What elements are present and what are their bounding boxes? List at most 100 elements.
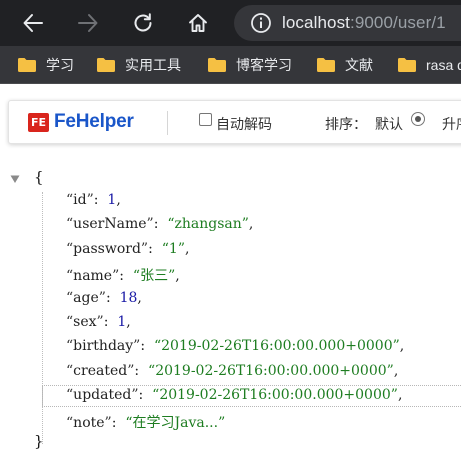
quote-mark: ” — [86, 192, 94, 208]
quote-mark: ” — [392, 338, 400, 355]
quote-mark: ” — [96, 314, 104, 330]
json-colon: : — [134, 362, 149, 379]
json-comma: , — [399, 338, 405, 355]
json-value: 2019-02-26T16:00:00.000+0000 — [159, 387, 391, 404]
json-row-password: “password”: “1”, — [0, 238, 461, 262]
sort-default-radio[interactable] — [411, 112, 425, 126]
json-key-value: “name”: “张三”, — [66, 265, 180, 285]
home-button[interactable] — [178, 0, 218, 46]
quote-mark: ” — [131, 387, 139, 404]
bookmark-folder-rasa[interactable]: rasa d — [397, 46, 461, 84]
quote-mark: “ — [132, 268, 141, 285]
json-value: zhangsan — [174, 216, 242, 233]
json-value: 2019-02-26T16:00:00.000+0000 — [155, 362, 387, 379]
json-close-brace: } — [34, 432, 44, 450]
quote-mark: ” — [386, 362, 394, 379]
json-viewer: { “id”: 1, “userName”: “zhangsan”, “passwo… — [0, 160, 461, 467]
json-key-value: “created”: “2019-02-26T16:00:00.000+0000… — [66, 363, 398, 379]
home-icon — [189, 14, 207, 32]
json-key-value: “note”: “在学习Java...” — [66, 412, 225, 432]
json-row-age: “age”: 18, — [0, 287, 461, 311]
json-row-note: “note”: “在学习Java...” — [0, 409, 461, 433]
json-key-value: “userName”: “zhangsan”, — [66, 216, 253, 232]
arrow-right-icon — [78, 14, 98, 32]
json-key-value: “id”: 1, — [66, 192, 121, 208]
bookmark-label: 学习 — [46, 57, 74, 73]
json-key-value: “updated”: “2019-02-26T16:00:00.000+0000… — [66, 387, 402, 403]
json-comma: , — [393, 362, 399, 379]
fehelper-toolbar: FE FeHelper 自动解码 排序： 默认 升序 — [8, 100, 461, 144]
json-row-name: “name”: “张三”, — [0, 262, 461, 286]
auto-decode-label[interactable]: 自动解码 — [216, 114, 272, 134]
bookmark-label: rasa d — [426, 57, 461, 73]
json-colon: : — [105, 289, 120, 306]
bookmark-folder-tools[interactable]: 实用工具 — [96, 46, 181, 84]
forward-button[interactable] — [68, 0, 108, 46]
url-host: localhost — [282, 13, 350, 32]
quote-mark: “ — [161, 240, 169, 257]
json-comma: , — [184, 240, 190, 257]
json-row-created: “created”: “2019-02-26T16:00:00.000+0000… — [0, 360, 461, 384]
json-row-userName: “userName”: “zhangsan”, — [0, 213, 461, 237]
json-colon: : — [93, 192, 108, 208]
bookmark-label: 文献 — [345, 57, 373, 73]
sort-default-label[interactable]: 默认 — [375, 114, 403, 134]
json-key: birthday — [73, 338, 134, 355]
json-colon: : — [138, 387, 153, 404]
json-value: 在学习Java... — [132, 414, 219, 431]
folder-icon — [18, 58, 36, 72]
bookmark-folder-study[interactable]: 学习 — [17, 46, 74, 84]
back-button[interactable] — [13, 0, 53, 46]
json-key: note — [73, 414, 105, 431]
json-key-value: “birthday”: “2019-02-26T16:00:00.000+000… — [66, 338, 404, 354]
json-value: 1 — [117, 314, 127, 330]
bookmark-folder-papers[interactable]: 文献 — [316, 46, 373, 84]
json-colon: : — [111, 414, 126, 431]
quote-mark: ” — [146, 216, 154, 233]
quote-mark: ” — [98, 289, 106, 306]
json-key: userName — [73, 216, 147, 233]
json-key: updated — [73, 387, 132, 404]
json-value: 张三 — [140, 268, 169, 285]
quote-mark: ” — [218, 414, 226, 431]
json-comma: , — [126, 314, 131, 330]
arrow-left-icon — [23, 14, 43, 32]
url-path: :9000/user/1 — [350, 13, 446, 32]
triangle-down-icon[interactable] — [10, 174, 20, 184]
json-key-value: “sex”: 1, — [66, 314, 131, 330]
json-key: id — [73, 192, 87, 208]
json-comma: , — [248, 216, 254, 233]
quote-mark: “ — [125, 414, 133, 431]
json-key: sex — [73, 314, 97, 330]
json-comma: , — [397, 387, 403, 404]
sort-asc-label[interactable]: 升序 — [442, 114, 461, 134]
auto-decode-checkbox[interactable] — [199, 113, 212, 126]
quote-mark: ” — [390, 387, 398, 404]
browser-toolbar: localhost:9000/user/1 — [0, 0, 461, 46]
json-comma: , — [175, 268, 180, 285]
quote-mark: ” — [177, 240, 185, 257]
json-value: 1 — [168, 240, 178, 257]
json-colon: : — [119, 268, 133, 285]
json-comma: , — [137, 289, 142, 306]
url-text: localhost:9000/user/1 — [282, 13, 446, 33]
json-value: 2019-02-26T16:00:00.000+0000 — [161, 338, 393, 355]
fehelper-title[interactable]: FeHelper — [54, 111, 134, 133]
json-key: password — [73, 240, 141, 257]
json-key-value: “age”: 18, — [66, 290, 142, 306]
toolbar-divider — [167, 111, 168, 135]
fehelper-logo-icon: FE — [28, 113, 49, 132]
json-value: 1 — [107, 192, 117, 208]
json-row-birthday: “birthday”: “2019-02-26T16:00:00.000+000… — [0, 335, 461, 359]
json-comma: , — [116, 192, 121, 208]
bookmark-folder-blogs[interactable]: 博客学习 — [207, 46, 292, 84]
reload-button[interactable] — [123, 0, 163, 46]
quote-mark: ” — [104, 414, 112, 431]
bookmarks-bar: 学习 实用工具 博客学习 文献 rasa d — [0, 46, 461, 84]
json-colon: : — [103, 314, 118, 330]
info-icon[interactable] — [250, 12, 272, 34]
json-open-brace: { — [34, 168, 44, 186]
json-value: 18 — [119, 289, 138, 306]
json-colon: : — [148, 240, 162, 257]
address-bar[interactable]: localhost:9000/user/1 — [234, 5, 461, 41]
